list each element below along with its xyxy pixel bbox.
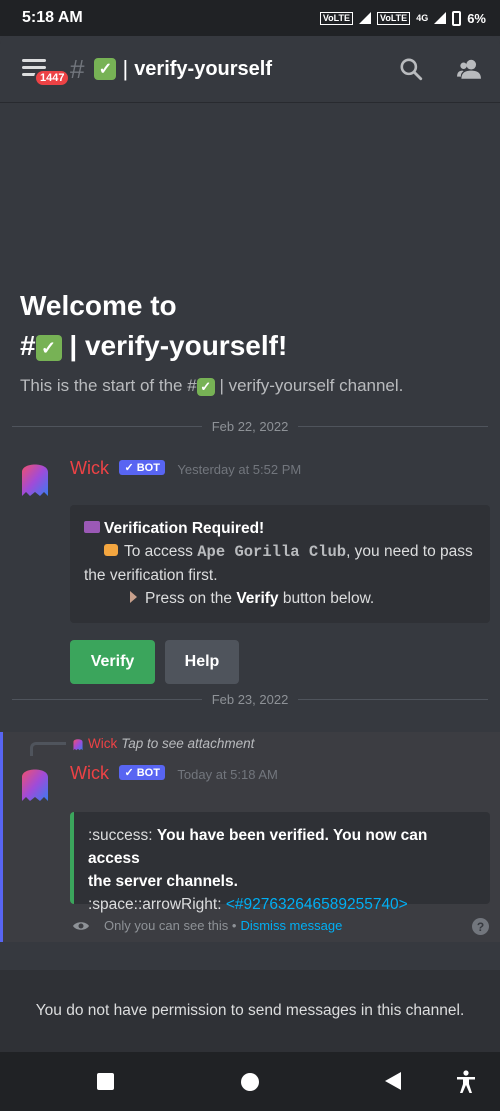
welcome-subtitle: This is the start of the # ✓ | verify-you… (20, 376, 480, 396)
channel-name: verify-yourself (134, 57, 273, 80)
embed-line3: Press on the Verify button below. (84, 587, 476, 610)
only-you-text: Only you can see this • (104, 918, 237, 933)
embed-line2: the verification first. (84, 567, 218, 584)
status-indicators: VoLTE VoLTE 4G 6% (319, 10, 486, 26)
reply-text: Tap to see attachment (121, 736, 255, 751)
no-permission-notice: You do not have permission to send messa… (0, 970, 500, 1052)
welcome-title-line2: # ✓ | verify-yourself! (20, 326, 480, 366)
hand-emoji-icon (104, 544, 118, 556)
message-header: Wick ✓ BOT Today at 5:18 AM (70, 763, 278, 784)
channel-title[interactable]: ✓ | verify-yourself (94, 56, 272, 82)
check-emoji-icon: ✓ (196, 377, 215, 396)
recents-icon[interactable] (97, 1073, 114, 1090)
arrow-prefix: :space::arrowRight: (88, 896, 226, 913)
battery-icon (452, 10, 462, 26)
channel-hash-icon: # (70, 53, 85, 84)
welcome-sub-after: verify-yourself channel. (228, 376, 404, 395)
wick-avatar[interactable] (18, 458, 52, 498)
channel-header: 1447 # ✓ | verify-yourself (0, 36, 500, 102)
bot-badge: ✓ BOT (119, 765, 165, 780)
embed-title: Verification Required! (84, 517, 476, 540)
wick-mini-avatar (73, 738, 83, 750)
welcome-pipe: | (69, 330, 78, 361)
message-author[interactable]: Wick (70, 458, 109, 478)
hamburger-icon (22, 59, 46, 62)
welcome-hash: # (20, 330, 36, 361)
eye-icon (73, 921, 89, 930)
accessibility-icon[interactable] (455, 1070, 477, 1094)
embed-line1-suffix: , you need to pass (346, 543, 473, 560)
members-icon[interactable] (456, 56, 482, 82)
welcome-title-line1: Welcome to (20, 290, 177, 321)
success-prefix: :success: (88, 827, 157, 844)
reply-preview[interactable]: Wick Tap to see attachment (72, 736, 254, 751)
date-label: Feb 22, 2022 (211, 419, 289, 434)
message-header: Wick ✓ BOT Yesterday at 5:52 PM (70, 458, 301, 479)
date-divider: Feb 23, 2022 (12, 692, 488, 707)
mention-badge: 1447 (34, 69, 71, 87)
check-emoji-icon: ✓ (35, 334, 62, 361)
embed-title-text: Verification Required! (104, 520, 265, 537)
menu-button[interactable]: 1447 (18, 49, 71, 89)
wick-avatar[interactable] (18, 763, 52, 803)
divider-line (12, 426, 202, 427)
embed-line1-prefix: To access (124, 543, 198, 560)
welcome-sub-before: This is the start of the # (20, 376, 197, 395)
help-button[interactable]: Help (165, 640, 239, 684)
reply-author: Wick (88, 736, 118, 751)
dismiss-message-link[interactable]: Dismiss message (240, 918, 342, 933)
divider-line (12, 699, 202, 700)
network-type: 4G (416, 13, 429, 23)
title-pipe: | (122, 56, 129, 81)
success-text-2: the server channels. (88, 873, 238, 890)
welcome-channel-name: verify-yourself! (84, 330, 288, 361)
search-icon[interactable] (398, 56, 424, 82)
verify-button[interactable]: Verify (70, 640, 155, 684)
home-icon[interactable] (241, 1073, 259, 1091)
message-timestamp: Yesterday at 5:52 PM (177, 462, 302, 477)
welcome-title: Welcome to # ✓ | verify-yourself! (20, 286, 480, 366)
signal-icon-2 (434, 12, 447, 24)
sparkle-emoji-icon (84, 521, 100, 533)
date-divider: Feb 22, 2022 (12, 419, 488, 434)
success-line1: :success: You have been verified. You no… (88, 824, 476, 870)
channel-link[interactable]: <#927632646589255740> (226, 896, 408, 913)
status-bar: 5:18 AM VoLTE VoLTE 4G 6% (0, 0, 500, 36)
check-emoji-icon: ✓ (94, 58, 117, 80)
divider-line (298, 699, 488, 700)
embed-line1: To access Ape Gorilla Club, you need to … (84, 540, 476, 564)
embed-line3-suffix: button below. (278, 590, 375, 607)
bot-badge: ✓ BOT (119, 460, 165, 475)
arrow-right-icon (130, 591, 137, 603)
server-name: Ape Gorilla Club (197, 543, 347, 561)
header-actions (398, 56, 482, 82)
system-nav-bar (0, 1052, 500, 1111)
success-embed: :success: You have been verified. You no… (70, 812, 490, 913)
divider-line (298, 426, 488, 427)
status-time: 5:18 AM (22, 9, 83, 26)
channel-welcome: Welcome to # ✓ | verify-yourself! This is… (20, 286, 480, 396)
reply-connector (30, 742, 66, 756)
battery-level: 6% (467, 10, 486, 26)
date-label: Feb 23, 2022 (211, 692, 289, 707)
success-line3: :space::arrowRight: <#927632646589255740… (88, 893, 476, 916)
welcome-sub-pipe: | (219, 376, 224, 395)
message-timestamp: Today at 5:18 AM (177, 767, 278, 782)
back-icon[interactable] (385, 1072, 401, 1090)
verification-embed: Verification Required! To access Ape Gor… (70, 505, 490, 623)
volte-indicator-2: VoLTE (377, 11, 411, 25)
ephemeral-notice: Only you can see this • Dismiss message (72, 918, 342, 933)
help-icon[interactable]: ? (472, 918, 489, 935)
embed-line3-prefix: Press on the (145, 590, 237, 607)
message-author[interactable]: Wick (70, 763, 109, 783)
volte-indicator: VoLTE (319, 11, 354, 25)
embed-line3-bold: Verify (236, 590, 279, 607)
signal-icon (359, 12, 372, 24)
